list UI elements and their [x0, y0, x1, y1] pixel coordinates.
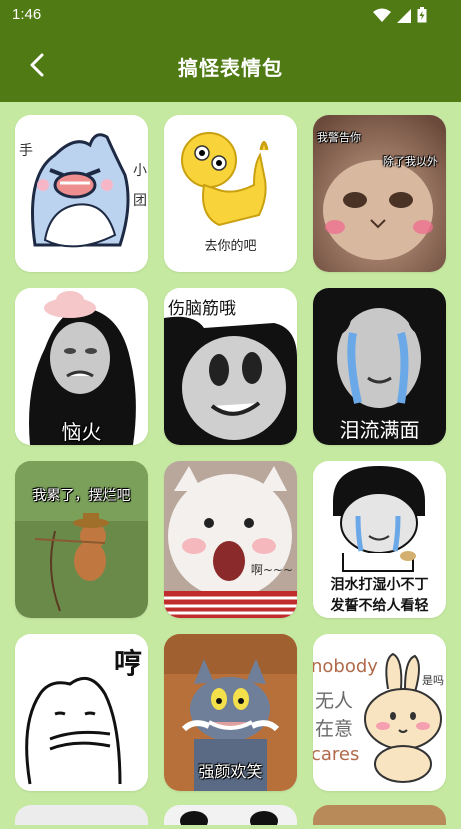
sticker-caption: 哼 — [113, 647, 142, 680]
app-bar: 搞怪表情包 — [0, 32, 461, 102]
sticker-caption: 我累了，摆烂吧 — [32, 488, 131, 504]
sticker-caption-line1: 泪水打湿小不丁 — [330, 577, 429, 593]
sticker-caption-cn1: 无人 — [315, 690, 354, 712]
status-time: 1:46 — [12, 6, 42, 23]
svg-text:手: 手 — [19, 143, 33, 159]
sticker-caption-side: 是吗 — [422, 674, 444, 687]
sticker-caption-right: 除了我以外 — [383, 155, 438, 168]
sticker-caption: 恼火 — [61, 420, 102, 444]
sticker-caption: 啊~~~ — [250, 563, 293, 577]
battery-icon — [417, 7, 427, 27]
sticker-card-tears[interactable]: 泪流满面 — [313, 288, 446, 445]
sticker-card-hum[interactable]: 哼 — [15, 634, 148, 791]
sticker-card-hurt-brain[interactable]: 伤脑筋哦 — [164, 288, 297, 445]
sticker-caption: 伤脑筋哦 — [168, 299, 236, 319]
sticker-card-tom[interactable]: 强颜欢笑 — [164, 634, 297, 791]
sticker-card-annoyed[interactable]: 恼火 — [15, 288, 148, 445]
status-bar: 1:46 — [0, 0, 461, 32]
wifi-icon — [373, 8, 391, 27]
sticker-grid: 手 小 团 去你的吧 我警告你 除了我以外 恼火 伤脑筋哦 泪流满面 我累了，摆… — [15, 115, 447, 791]
sticker-caption: 泪流满面 — [339, 418, 420, 442]
sticker-card-fluffy-cat[interactable]: 啊~~~ — [164, 461, 297, 618]
shark-sticker-image: 手 小 团 — [15, 115, 148, 272]
sticker-card-partial[interactable] — [313, 805, 446, 825]
sticker-caption-top: 我警告你 — [317, 131, 361, 144]
sticker-card-shark[interactable]: 手 小 团 — [15, 115, 148, 272]
sticker-card-crying-boy[interactable]: 泪水打湿小不丁 发誓不给人看轻 — [313, 461, 446, 618]
sticker-card-partial[interactable] — [164, 805, 297, 829]
sticker-caption-cn2: 在意 — [315, 718, 354, 740]
sticker-caption-en1: nobody — [313, 656, 378, 677]
svg-text:团: 团 — [133, 193, 147, 209]
svg-text:小: 小 — [133, 163, 147, 179]
sticker-card-yellow-figure[interactable]: 去你的吧 — [164, 115, 297, 272]
sticker-caption: 强颜欢笑 — [198, 762, 263, 781]
sticker-caption-en2: cares — [313, 744, 360, 765]
sticker-caption-line2: 发誓不给人看轻 — [330, 598, 429, 614]
sticker-caption: 去你的吧 — [204, 239, 257, 254]
sticker-card-cat-warning[interactable]: 我警告你 除了我以外 — [313, 115, 446, 272]
sticker-card-bunny[interactable]: nobody 无人 在意 cares 是吗 — [313, 634, 446, 791]
sticker-card-jerry[interactable]: 我累了，摆烂吧 — [15, 461, 148, 618]
partial-sticker-image — [180, 811, 278, 829]
fluffy-cat-sticker-image — [164, 461, 297, 618]
page-title: 搞怪表情包 — [178, 56, 283, 80]
sticker-card-partial[interactable] — [15, 805, 148, 825]
signal-icon — [397, 8, 411, 27]
